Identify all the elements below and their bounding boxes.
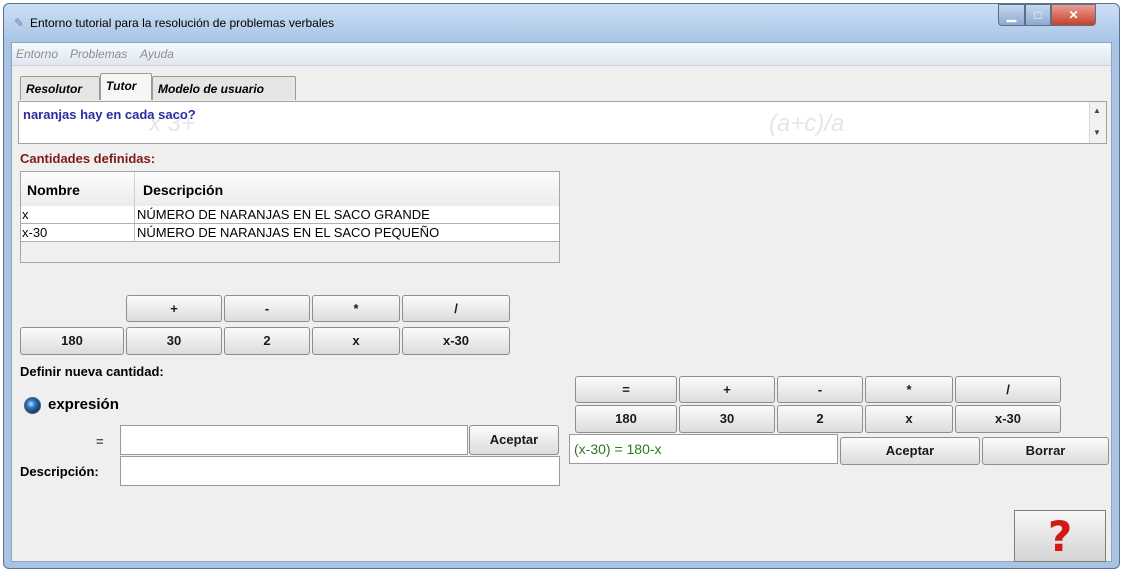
value-x-button[interactable]: x <box>312 327 400 355</box>
value-2-button[interactable]: 2 <box>224 327 310 355</box>
right-op-multiply-button[interactable]: * <box>865 376 953 403</box>
row-description: NÚMERO DE NARANJAS EN EL SACO PEQUEÑO <box>137 225 440 240</box>
client-area: Entorno Problemas Ayuda Resolutor Tutor … <box>11 42 1112 562</box>
equation-clear-button[interactable]: Borrar <box>982 437 1109 465</box>
help-button[interactable]: ? <box>1014 510 1106 562</box>
close-button[interactable]: ✕ <box>1051 4 1096 26</box>
table-row[interactable]: x NÚMERO DE NARANJAS EN EL SACO GRANDE <box>21 206 559 224</box>
quantities-label: Cantidades definidas: <box>20 151 156 166</box>
row-description: NÚMERO DE NARANJAS EN EL SACO GRANDE <box>137 207 430 222</box>
menu-bar: Entorno Problemas Ayuda <box>12 43 1111 66</box>
problem-scrollbar[interactable]: ▲ ▼ <box>1089 102 1106 143</box>
quantities-table: Nombre Descripción x NÚMERO DE NARANJAS … <box>20 171 560 263</box>
define-accept-button[interactable]: Aceptar <box>469 425 559 455</box>
equation-accept-button[interactable]: Aceptar <box>840 437 980 465</box>
app-window: ✎ Entorno tutorial para la resolución de… <box>3 3 1120 569</box>
right-op-equals-button[interactable]: = <box>575 376 677 403</box>
table-header: Nombre Descripción <box>21 172 559 207</box>
maximize-button[interactable]: □ <box>1025 4 1051 26</box>
description-label: Descripción: <box>20 464 99 479</box>
right-value-180-button[interactable]: 180 <box>575 405 677 433</box>
value-x-30-button[interactable]: x-30 <box>402 327 510 355</box>
right-value-30-button[interactable]: 30 <box>679 405 775 433</box>
equation-field[interactable]: (x-30) = 180-x <box>569 434 838 464</box>
column-header-nombre[interactable]: Nombre <box>27 182 80 198</box>
expression-radio-label: expresión <box>48 396 119 413</box>
op-minus-button[interactable]: - <box>224 295 310 322</box>
expression-radio[interactable] <box>24 397 41 414</box>
row-name: x <box>22 207 29 222</box>
app-icon: ✎ <box>14 16 25 30</box>
table-row[interactable]: x-30 NÚMERO DE NARANJAS EN EL SACO PEQUE… <box>21 224 559 242</box>
window-title: Entorno tutorial para la resolución de p… <box>30 16 335 30</box>
equals-label: = <box>96 434 104 449</box>
math-background-graphic: (a+c)/a <box>769 110 845 137</box>
right-op-plus-button[interactable]: + <box>679 376 775 403</box>
expression-input[interactable] <box>120 425 468 455</box>
right-value-2-button[interactable]: 2 <box>777 405 863 433</box>
problem-text: naranjas hay en cada saco? <box>23 107 196 122</box>
menu-ayuda[interactable]: Ayuda <box>140 47 174 61</box>
description-input[interactable] <box>120 456 560 486</box>
menu-entorno[interactable]: Entorno <box>16 47 58 61</box>
scroll-up-icon[interactable]: ▲ <box>1093 106 1101 115</box>
right-op-minus-button[interactable]: - <box>777 376 863 403</box>
title-bar: ✎ Entorno tutorial para la resolución de… <box>4 4 1119 42</box>
op-plus-button[interactable]: + <box>126 295 222 322</box>
op-divide-button[interactable]: / <box>402 295 510 322</box>
row-name: x-30 <box>22 225 48 240</box>
value-30-button[interactable]: 30 <box>126 327 222 355</box>
scroll-down-icon[interactable]: ▼ <box>1093 128 1101 137</box>
menu-problemas[interactable]: Problemas <box>70 47 127 61</box>
define-quantity-label: Definir nueva cantidad: <box>20 364 164 379</box>
tab-modelo-usuario[interactable]: Modelo de usuario <box>152 76 296 100</box>
problem-text-area[interactable]: x 3+ (a+c)/a naranjas hay en cada saco? … <box>18 101 1107 144</box>
column-header-descripcion[interactable]: Descripción <box>143 182 223 198</box>
minimize-button[interactable]: ▁ <box>998 4 1025 26</box>
tab-tutor[interactable]: Tutor <box>100 73 152 100</box>
question-mark-icon: ? <box>1047 512 1073 561</box>
op-multiply-button[interactable]: * <box>312 295 400 322</box>
right-value-x-button[interactable]: x <box>865 405 953 433</box>
right-op-divide-button[interactable]: / <box>955 376 1061 403</box>
right-value-x-30-button[interactable]: x-30 <box>955 405 1061 433</box>
tab-resolutor[interactable]: Resolutor <box>20 76 100 100</box>
value-180-button[interactable]: 180 <box>20 327 124 355</box>
